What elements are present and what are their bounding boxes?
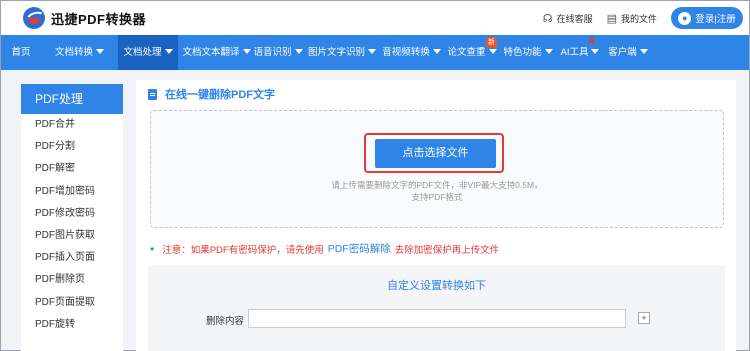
nav-item-translate[interactable]: 文档文本翻译 <box>181 35 252 70</box>
sidebar-item-decrypt[interactable]: PDF解密 <box>21 158 123 180</box>
chevron-down-icon <box>591 49 600 54</box>
chevron-down-icon <box>368 49 376 54</box>
user-icon: ● <box>678 11 692 25</box>
sidebar-item-rotate[interactable]: PDF旋转 <box>21 314 123 336</box>
online-support-link[interactable]: ☊ 在线客服 <box>543 12 593 25</box>
sidebar-item-merge[interactable]: PDF合并 <box>21 114 123 136</box>
chevron-down-icon <box>432 49 441 54</box>
add-row-button[interactable]: + <box>638 312 650 324</box>
settings-title: 自定义设置转换如下 <box>387 280 486 292</box>
sidebar-item-split[interactable]: PDF分割 <box>21 136 123 158</box>
my-files-link[interactable]: ▤ 我的文件 <box>607 12 657 25</box>
nav-item-doc-process[interactable]: 文档处理 <box>118 35 178 70</box>
bullet-icon: • <box>150 241 155 256</box>
page-title-text: 在线一键删除PDF文字 <box>165 89 275 101</box>
upload-hint: 请上传需要删除文字的PDF文件，非VIP最大支持0.5M， 支持PDF格式 <box>151 179 723 203</box>
nav-item-av-convert[interactable]: 音视频转换 <box>380 35 443 70</box>
chevron-down-icon <box>164 49 173 54</box>
login-register-button[interactable]: ● 登录|注册 <box>671 7 743 29</box>
document-icon: ▤ <box>606 12 617 25</box>
upload-hint-line2: 支持PDF格式 <box>411 192 463 202</box>
logo-icon <box>23 7 45 29</box>
document-icon <box>148 88 157 100</box>
main-nav: 首页 文档转换 文档处理 文档文本翻译 语音识别 图片文字识别 音视频转换 论文… <box>1 35 749 70</box>
chevron-down-icon <box>294 49 303 54</box>
hot-arrow-icon <box>588 37 596 43</box>
nav-item-ai-tools[interactable]: AI工具 <box>557 35 603 70</box>
sidebar: PDF处理 PDF合并 PDF分割 PDF解密 PDF增加密码 PDF修改密码 … <box>21 84 123 351</box>
brand-logo[interactable]: 迅捷PDF转换器 <box>23 7 146 29</box>
sidebar-item-add-password[interactable]: PDF增加密码 <box>21 181 123 203</box>
chevron-down-icon <box>242 49 251 54</box>
new-badge: 新 <box>486 37 497 48</box>
settings-panel: 自定义设置转换如下 删除内容 + <box>148 265 725 351</box>
nav-item-doc-convert[interactable]: 文档转换 <box>41 35 118 70</box>
notice-prefix: 注意：如果PDF有密码保护，请先使用 <box>162 244 324 256</box>
nav-item-ocr[interactable]: 图片文字识别 <box>306 35 378 70</box>
brand-name: 迅捷PDF转换器 <box>51 11 147 27</box>
select-file-button[interactable]: 点击选择文件 <box>375 139 496 168</box>
sidebar-item-extract-images[interactable]: PDF图片获取 <box>21 225 123 247</box>
sidebar-item-insert-page[interactable]: PDF插入页面 <box>21 247 123 269</box>
chevron-down-icon <box>639 49 648 54</box>
chevron-down-icon <box>544 49 553 54</box>
upload-hint-line1: 请上传需要删除文字的PDF文件，非VIP最大支持0.5M， <box>331 180 543 190</box>
password-notice: • 注意：如果PDF有密码保护，请先使用 PDF密码解除 去除加密保护再上传文件 <box>150 241 499 256</box>
sidebar-item-extract-page[interactable]: PDF页面提取 <box>21 292 123 314</box>
delete-content-label: 删除内容 <box>206 316 245 327</box>
upload-dropzone[interactable]: 点击选择文件 请上传需要删除文字的PDF文件，非VIP最大支持0.5M， 支持P… <box>150 110 724 228</box>
page-title: 在线一键删除PDF文字 <box>148 86 275 102</box>
nav-item-client[interactable]: 客户端 <box>605 35 651 70</box>
nav-item-speech[interactable]: 语音识别 <box>252 35 304 70</box>
pdf-unlock-link[interactable]: PDF密码解除 <box>328 241 391 256</box>
notice-suffix: 去除加密保护再上传文件 <box>394 244 500 256</box>
login-register-label: 登录|注册 <box>695 14 736 25</box>
sidebar-title: PDF处理 <box>21 84 123 114</box>
my-files-label: 我的文件 <box>620 13 657 24</box>
delete-content-input[interactable] <box>248 309 626 328</box>
sidebar-item-change-password[interactable]: PDF修改密码 <box>21 203 123 225</box>
nav-item-home[interactable]: 首页 <box>1 35 41 70</box>
nav-item-features[interactable]: 特色功能 <box>501 35 555 70</box>
chevron-down-icon <box>96 49 104 54</box>
top-header: 迅捷PDF转换器 ☊ 在线客服 ▤ 我的文件 ● 登录|注册 <box>1 1 749 35</box>
main-panel: 在线一键删除PDF文字 点击选择文件 请上传需要删除文字的PDF文件，非VIP最… <box>136 80 736 351</box>
chevron-down-icon <box>488 49 497 54</box>
headset-icon: ☊ <box>542 12 553 25</box>
sidebar-item-delete-page[interactable]: PDF删除页 <box>21 269 123 291</box>
online-support-label: 在线客服 <box>556 13 593 24</box>
